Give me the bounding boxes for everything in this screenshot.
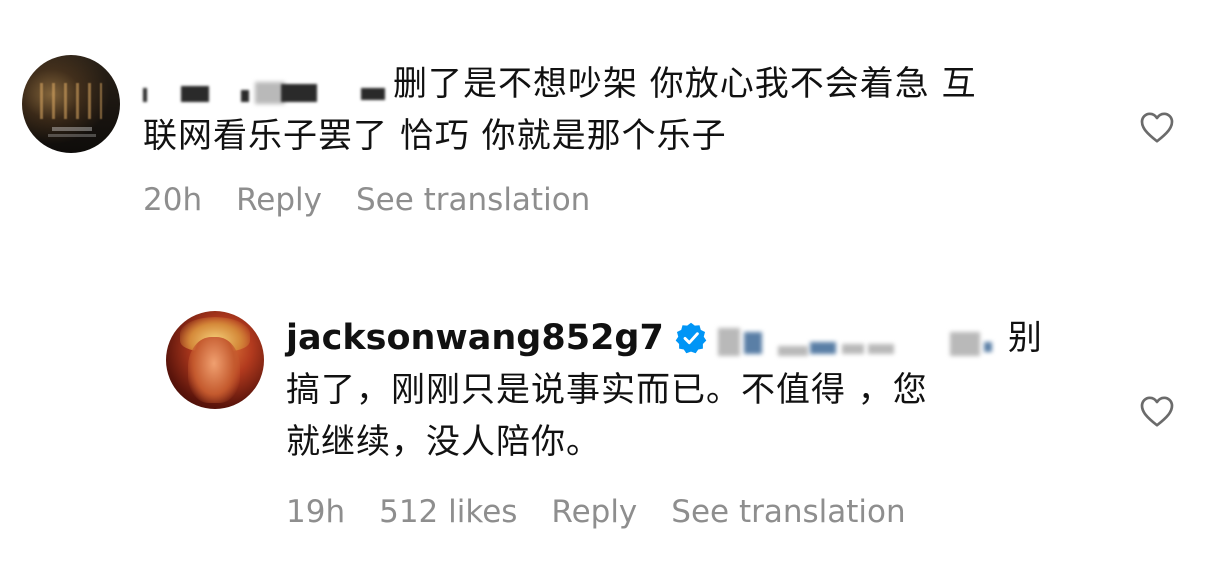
reply-button[interactable]: Reply [551,494,637,530]
comment-text-line-1: 删了是不想吵架 你放心我不会着急 互 [393,64,977,104]
commenter-avatar[interactable] [166,311,264,409]
likes-count[interactable]: 512 likes [379,494,517,530]
heart-outline-icon[interactable] [1139,394,1175,428]
see-translation-button[interactable]: See translation [671,494,905,530]
heart-outline-icon[interactable] [1139,110,1175,144]
comment-text-line-2: 联网看乐子罢了 恰巧 你就是那个乐子 [143,116,727,156]
comment-2: jacksonwang852g7 别 搞了，刚刚只是说事实而已。不值得 ，您 就… [0,250,1220,566]
see-translation-button[interactable]: See translation [356,182,590,218]
comment-1: 删了是不想吵架 你放心我不会着急 互 联网看乐子罢了 恰巧 你就是那个乐子 20… [0,0,1220,250]
comment-text-line-2: 搞了，刚刚只是说事实而已。不值得 ，您 [286,370,928,410]
avatar-image-detail [48,134,96,137]
comment-timestamp[interactable]: 20h [143,182,202,218]
comment-text: 删了是不想吵架 你放心我不会着急 互 联网看乐子罢了 恰巧 你就是那个乐子 [143,58,977,162]
comment-text: jacksonwang852g7 别 搞了，刚刚只是说事实而已。不值得 ，您 就… [286,312,1043,468]
redacted-username[interactable] [717,320,1008,360]
reply-button[interactable]: Reply [236,182,322,218]
comment-meta: 19h 512 likes Reply See translation [286,494,940,530]
commenter-avatar[interactable] [22,55,120,153]
avatar-image-detail [52,127,92,131]
comment-timestamp[interactable]: 19h [286,494,345,530]
comment-meta: 20h Reply See translation [143,182,624,218]
username[interactable]: jacksonwang852g7 [286,318,664,358]
redacted-username[interactable] [143,66,393,106]
verified-badge-icon [675,322,707,354]
comment-text-line-3: 就继续，没人陪你。 [286,422,601,462]
comment-text-line-1-tail: 别 [1007,318,1043,358]
avatar-image-detail [40,83,102,119]
avatar-image-detail [188,337,240,403]
